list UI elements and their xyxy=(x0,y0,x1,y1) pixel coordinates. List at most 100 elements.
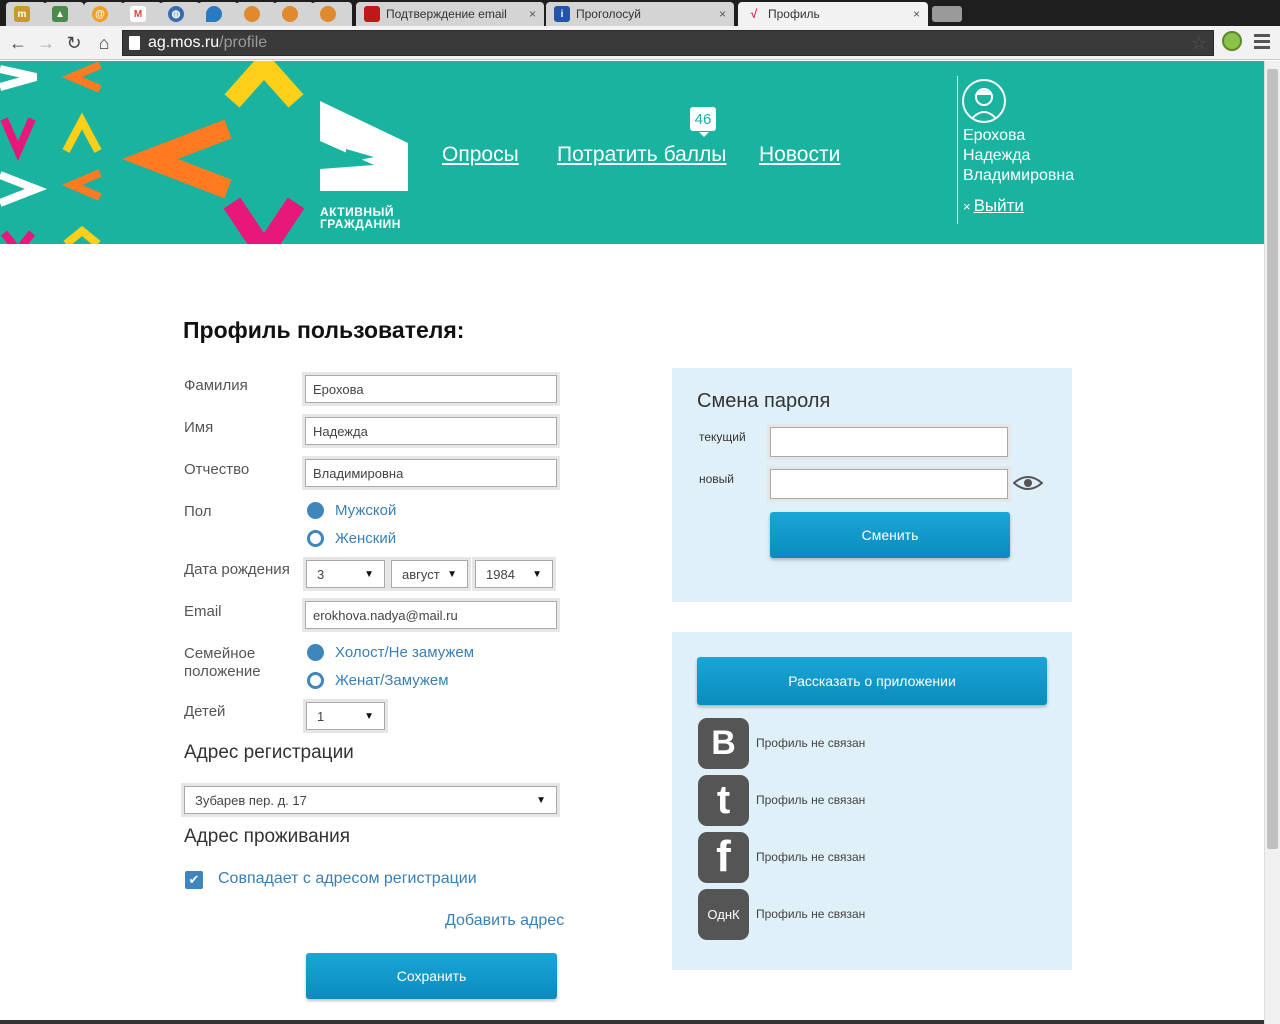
user-avatar-icon[interactable] xyxy=(962,79,1006,123)
dropdown-arrow-icon: ▼ xyxy=(532,568,542,580)
social-row-twitter[interactable]: t Профиль не связан xyxy=(698,774,865,826)
back-icon[interactable]: ← xyxy=(6,31,30,55)
page-icon xyxy=(129,36,140,50)
extension-icon[interactable] xyxy=(1222,31,1242,51)
share-app-button[interactable]: Рассказать о приложении xyxy=(697,657,1047,705)
tab-title: Профиль xyxy=(768,7,820,21)
forward-icon[interactable]: → xyxy=(34,31,58,55)
tab-pinned-3[interactable]: @ xyxy=(84,2,124,26)
marital-married-label: Женат/Замужем xyxy=(335,672,449,689)
scrollbar-thumb[interactable] xyxy=(1267,69,1278,849)
birth-year-select[interactable]: 1984 ▼ xyxy=(475,560,553,588)
gender-female-label: Женский xyxy=(335,530,397,547)
logout-button[interactable]: × Выйти xyxy=(963,196,1024,216)
gender-male-radio[interactable]: Мужской xyxy=(307,502,396,519)
user-first-name: Надежда xyxy=(963,147,1031,164)
gender-female-radio[interactable]: Женский xyxy=(307,530,396,547)
show-password-eye-icon[interactable] xyxy=(1013,474,1043,492)
browser-toolbar: ← → ↻ ⌂ ag.mos.ru /profile ☆ xyxy=(0,26,1280,60)
new-tab-button[interactable] xyxy=(932,6,962,22)
patronymic-label: Отчество xyxy=(184,461,250,478)
marital-status-label: Семейное положение xyxy=(184,645,261,681)
birth-month-select[interactable]: август ▼ xyxy=(391,560,468,588)
marital-married-radio[interactable]: Женат/Замужем xyxy=(307,672,449,689)
gmail-icon: M xyxy=(130,6,146,22)
tab-pinned-8[interactable] xyxy=(274,2,314,26)
radio-checked-icon[interactable] xyxy=(307,530,324,547)
dropdown-arrow-icon: ▼ xyxy=(536,794,546,806)
birth-year-value: 1984 xyxy=(486,566,515,582)
email-input[interactable]: erokhova.nadya@mail.ru xyxy=(305,601,557,629)
user-patronymic: Владимировна xyxy=(963,167,1075,184)
radio-checked-icon[interactable] xyxy=(307,672,324,689)
marital-label-line2: положение xyxy=(184,663,261,680)
browser-menu-icon[interactable] xyxy=(1254,34,1270,50)
tab-pinned-2[interactable]: ▲ xyxy=(44,2,84,26)
tab-close-icon[interactable]: × xyxy=(719,7,726,21)
tab-close-icon[interactable]: × xyxy=(529,7,536,21)
tab-pinned-9[interactable] xyxy=(312,2,352,26)
birth-month-value: август xyxy=(402,566,440,582)
name-input[interactable]: Надежда xyxy=(305,417,557,445)
tab-close-icon[interactable]: × xyxy=(913,7,920,21)
logout-link[interactable]: Выйти xyxy=(974,196,1024,216)
tab-vote[interactable]: i Проголосуй × xyxy=(546,2,734,26)
change-password-button[interactable]: Сменить xyxy=(770,512,1010,558)
map-pin-icon xyxy=(206,6,222,22)
children-select[interactable]: 1 ▼ xyxy=(306,702,385,730)
surname-label: Фамилия xyxy=(184,377,248,394)
registration-address-value: Зубарев пер. д. 17 xyxy=(195,792,307,808)
tab-pinned-4[interactable]: M xyxy=(122,2,162,26)
tab-title: Проголосуй xyxy=(576,7,642,21)
window-bottom-border xyxy=(0,1020,1264,1024)
current-password-input[interactable] xyxy=(770,427,1008,457)
tab-pinned-5[interactable]: ◍ xyxy=(160,2,200,26)
url-host: ag.mos.ru xyxy=(148,34,220,51)
landscape-icon: ▲ xyxy=(52,6,68,22)
odnoklassniki-icon[interactable]: ОднК xyxy=(698,888,749,940)
page-title: Профиль пользователя: xyxy=(183,317,465,343)
marital-single-label: Холост/Не замужем xyxy=(335,644,475,661)
divider xyxy=(957,76,958,224)
twitter-icon[interactable]: t xyxy=(698,774,749,826)
tab-pinned-6[interactable] xyxy=(198,2,238,26)
tab-pinned-7[interactable] xyxy=(236,2,276,26)
patronymic-input[interactable]: Владимировна xyxy=(305,459,557,487)
vkontakte-icon[interactable]: B xyxy=(698,717,749,769)
social-row-odnoklassniki[interactable]: ОднК Профиль не связан xyxy=(698,888,865,940)
bookmark-star-icon[interactable]: ☆ xyxy=(1191,33,1207,54)
logo-wordmark: АКТИВНЫЙ ГРАЖДАНИН xyxy=(320,206,401,230)
registration-address-select[interactable]: Зубарев пер. д. 17 ▼ xyxy=(184,786,557,814)
facebook-icon[interactable]: f xyxy=(698,831,749,883)
tab-pinned-1[interactable]: m xyxy=(6,2,46,26)
logo-line-2: ГРАЖДАНИН xyxy=(320,217,401,231)
same-address-checkbox[interactable]: ✔ xyxy=(185,871,203,889)
tab-email-confirm[interactable]: Подтверждение email × xyxy=(356,2,544,26)
nav-news-link[interactable]: Новости xyxy=(759,143,840,167)
social-row-vkontakte[interactable]: B Профиль не связан xyxy=(698,717,865,769)
tab-profile[interactable]: √ Профиль × xyxy=(738,2,928,26)
new-password-label: новый xyxy=(699,472,735,486)
reload-icon[interactable]: ↻ xyxy=(62,31,86,55)
password-panel-heading: Смена пароля xyxy=(697,390,831,412)
surname-input[interactable]: Ерохова xyxy=(305,375,557,403)
twitter-status: Профиль не связан xyxy=(756,793,866,807)
birth-day-select[interactable]: 3 ▼ xyxy=(306,560,385,588)
nav-spend-points-link[interactable]: Потратить баллы xyxy=(557,143,726,167)
social-row-facebook[interactable]: f Профиль не связан xyxy=(698,831,865,883)
children-value: 1 xyxy=(317,708,325,724)
home-icon[interactable]: ⌂ xyxy=(92,31,116,55)
marital-single-radio[interactable]: Холост/Не замужем xyxy=(307,644,474,661)
odnoklassniki-status: Профиль не связан xyxy=(756,907,866,921)
address-bar[interactable]: ag.mos.ru /profile ☆ xyxy=(122,30,1214,56)
save-button[interactable]: Сохранить xyxy=(306,953,557,999)
radio-unchecked-icon[interactable] xyxy=(307,644,324,661)
points-badge: 46 xyxy=(690,107,716,137)
radio-unchecked-icon[interactable] xyxy=(307,502,324,519)
current-password-label: текущий xyxy=(699,430,746,444)
add-address-link[interactable]: Добавить адрес xyxy=(445,912,564,930)
new-password-input[interactable] xyxy=(770,469,1008,499)
page-scrollbar[interactable] xyxy=(1264,61,1280,1024)
same-address-label[interactable]: Совпадает с адресом регистрации xyxy=(218,870,477,888)
nav-polls-link[interactable]: Опросы xyxy=(442,143,519,167)
